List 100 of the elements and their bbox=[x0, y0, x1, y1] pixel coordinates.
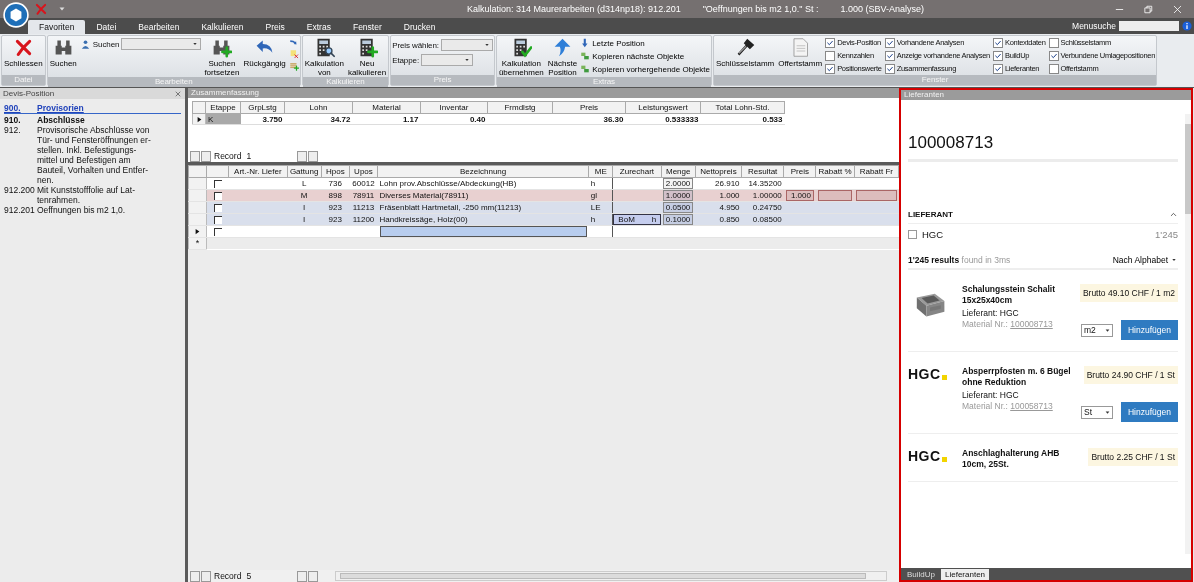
column-header[interactable]: Preis bbox=[783, 165, 816, 178]
ribbon-button[interactable]: Suchen fortsetzen bbox=[203, 37, 241, 77]
add-button[interactable]: Hinzufügen bbox=[1121, 320, 1178, 340]
record-field[interactable]: 1 bbox=[246, 151, 297, 161]
column-header[interactable]: Rabatt Fr bbox=[854, 165, 899, 178]
next-record-button[interactable] bbox=[297, 150, 308, 162]
last-record-button[interactable] bbox=[308, 150, 319, 162]
facet-title: LIEFERANT bbox=[908, 210, 953, 219]
discount-field[interactable] bbox=[817, 190, 853, 201]
table-cell: 3.750 bbox=[240, 113, 285, 125]
menu-tab[interactable]: Kalkulieren bbox=[190, 20, 255, 34]
last-record-button[interactable] bbox=[308, 570, 319, 582]
column-header[interactable]: Material bbox=[352, 101, 421, 114]
first-record-button[interactable] bbox=[190, 570, 200, 582]
results-summary: 1'245 results found in 3ms bbox=[908, 255, 1011, 265]
ribbon-button[interactable]: Nächste Position bbox=[546, 37, 579, 77]
person-icon bbox=[79, 38, 91, 50]
price-field[interactable]: 1.000 bbox=[785, 190, 814, 201]
table-plus-icon[interactable] bbox=[288, 61, 299, 71]
table-cell: 0.533333 bbox=[625, 113, 701, 125]
quantity-field[interactable]: 0.0500 bbox=[663, 202, 694, 213]
table-cell: 11213 bbox=[349, 201, 378, 214]
ribbon-button[interactable]: Schliessen bbox=[3, 37, 44, 68]
horizontal-scrollbar[interactable] bbox=[335, 571, 887, 581]
row-checkbox[interactable] bbox=[213, 179, 222, 188]
panel-tab[interactable]: Lieferanten bbox=[941, 569, 990, 580]
ribbon-link[interactable]: Letzte Position bbox=[580, 37, 711, 49]
ribbon-button[interactable]: Kalkulation von bbox=[303, 37, 345, 77]
column-header[interactable]: Zurechart bbox=[612, 165, 662, 178]
ribbon-button[interactable]: Rückgängig bbox=[242, 37, 287, 68]
search-field[interactable]: 100008713 bbox=[908, 100, 1178, 162]
table-cell[interactable]: BoM h bbox=[613, 214, 662, 225]
quantity-field[interactable]: 0.1000 bbox=[663, 214, 694, 225]
menu-tab[interactable]: Datei bbox=[85, 20, 128, 34]
column-header[interactable]: Bezeichnung bbox=[377, 165, 589, 178]
menu-tab[interactable]: Fenster bbox=[341, 20, 393, 34]
column-header[interactable]: Nettopreis bbox=[695, 165, 742, 178]
ribbon-button[interactable]: Kalkulation übernehmen bbox=[497, 37, 545, 77]
column-header[interactable]: Inventar bbox=[420, 101, 488, 114]
column-header[interactable]: Resultat bbox=[741, 165, 784, 178]
collapse-chevron-icon[interactable] bbox=[1169, 210, 1178, 219]
row-checkbox[interactable] bbox=[213, 227, 222, 236]
column-header[interactable]: GrpLstg bbox=[240, 101, 285, 114]
menu-tab[interactable]: Bearbeiten bbox=[127, 20, 191, 34]
first-record-button[interactable] bbox=[190, 150, 200, 162]
vertical-scrollbar[interactable] bbox=[1185, 114, 1191, 554]
info-icon[interactable] bbox=[1182, 21, 1192, 31]
product-name[interactable]: Schalungsstein Schalit 15x25x40cm bbox=[962, 284, 1076, 306]
column-header[interactable]: Upos bbox=[349, 165, 378, 178]
search-combo[interactable] bbox=[121, 38, 202, 50]
record-label: Record bbox=[214, 151, 242, 161]
discount-field[interactable] bbox=[856, 190, 897, 201]
product-name[interactable]: Anschlaghalterung AHB 10cm, 25St. bbox=[962, 448, 1085, 470]
ribbon-link[interactable]: Kopieren nächste Objekte bbox=[580, 50, 711, 62]
row-checkbox[interactable] bbox=[213, 203, 222, 212]
column-header[interactable]: Art.-Nr. Liefer bbox=[228, 165, 288, 178]
note-delete-icon[interactable] bbox=[288, 49, 299, 59]
sort-dropdown[interactable]: Nach Alphabet bbox=[1112, 255, 1178, 265]
column-header[interactable]: Menge bbox=[661, 165, 696, 178]
ribbon-button[interactable]: Offertstamm bbox=[777, 37, 824, 68]
column-header[interactable]: ME bbox=[588, 165, 613, 178]
record-label: Record bbox=[214, 571, 242, 581]
column-header[interactable]: Leistungswert bbox=[625, 101, 701, 114]
ribbon-link[interactable]: Kopieren vorhergehende Objekte bbox=[580, 63, 711, 75]
previous-record-button[interactable] bbox=[201, 150, 211, 162]
arrow-icon[interactable] bbox=[288, 37, 299, 47]
menu-tab[interactable]: Favoriten bbox=[28, 20, 86, 34]
quantity-field[interactable]: 1.0000 bbox=[663, 190, 694, 201]
combo-box[interactable] bbox=[440, 39, 493, 51]
column-header[interactable]: Gattung bbox=[287, 165, 322, 178]
column-header[interactable]: Preis bbox=[552, 101, 626, 114]
unit-select[interactable]: St bbox=[1081, 405, 1113, 419]
input-field[interactable] bbox=[379, 226, 587, 237]
position-link[interactable]: Provisorien bbox=[37, 103, 84, 113]
filter-checkbox[interactable]: HGC bbox=[908, 229, 944, 240]
next-record-button[interactable] bbox=[297, 570, 308, 582]
column-header[interactable]: Total Lohn-Std. bbox=[700, 101, 785, 114]
menu-search-field[interactable] bbox=[1119, 21, 1179, 31]
row-checkbox[interactable] bbox=[213, 215, 222, 224]
panel-tab[interactable]: BuildUp bbox=[903, 569, 939, 580]
ribbon-button[interactable]: Suchen bbox=[48, 37, 78, 68]
column-header[interactable]: Rabatt % bbox=[815, 165, 855, 178]
add-button[interactable]: Hinzufügen bbox=[1121, 402, 1178, 422]
ribbon-button[interactable]: Neu kalkulieren bbox=[346, 37, 388, 77]
previous-record-button[interactable] bbox=[201, 570, 211, 582]
combo-box[interactable] bbox=[421, 54, 474, 66]
ribbon-button[interactable]: Schlüsselstamm bbox=[715, 37, 776, 68]
quantity-field[interactable]: 2.0000 bbox=[663, 178, 694, 189]
unit-select[interactable]: m2 bbox=[1081, 323, 1113, 337]
row-checkbox[interactable] bbox=[213, 191, 222, 200]
close-icon[interactable] bbox=[174, 89, 182, 98]
menu-tab[interactable]: Preis bbox=[254, 20, 296, 34]
menu-tab[interactable]: Drucken bbox=[392, 20, 447, 34]
column-header[interactable]: Etappe bbox=[205, 101, 241, 114]
column-header[interactable]: Lohn bbox=[284, 101, 353, 114]
product-name[interactable]: Absperrpfosten m. 6 Bügel ohne Reduktion bbox=[962, 366, 1077, 388]
record-field[interactable]: 5 bbox=[246, 571, 297, 581]
menu-tab[interactable]: Extras bbox=[295, 20, 342, 34]
column-header[interactable]: Hpos bbox=[321, 165, 350, 178]
column-header[interactable]: Frmdlstg bbox=[487, 101, 553, 114]
